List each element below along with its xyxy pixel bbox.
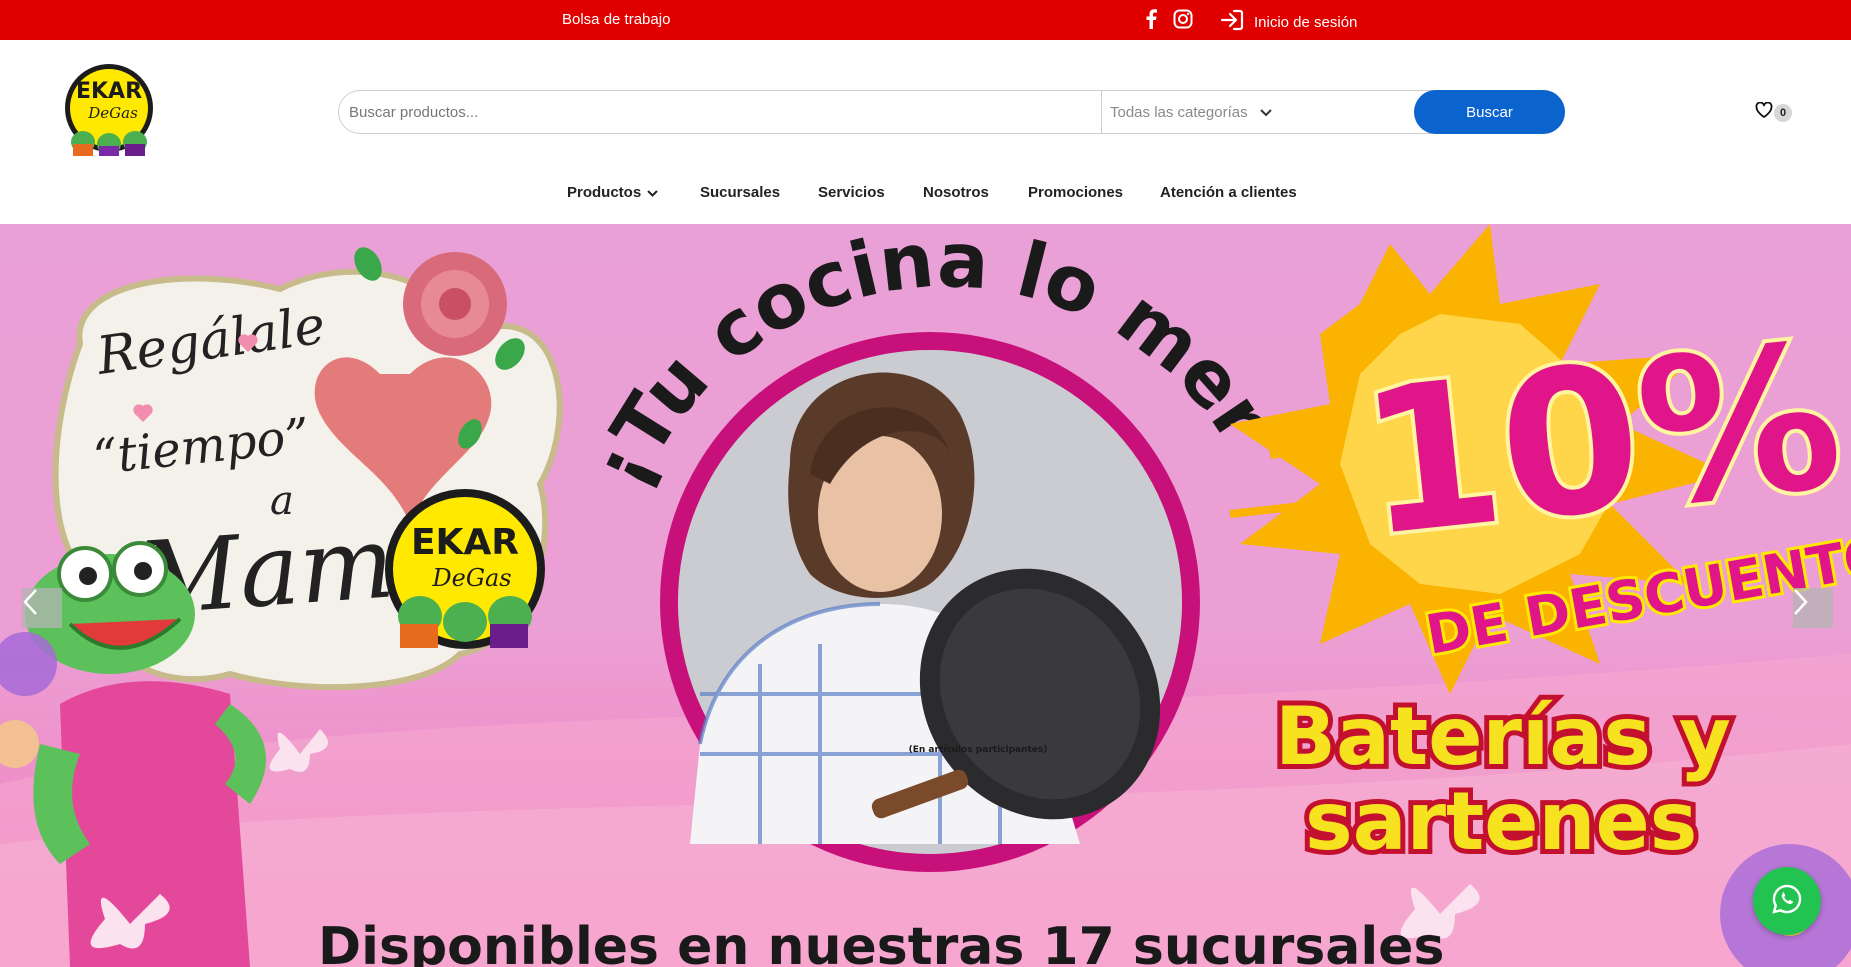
nav-item-atencion[interactable]: Atención a clientes bbox=[1160, 184, 1297, 201]
search-input[interactable] bbox=[349, 91, 1069, 133]
banner-discount-value: 10% bbox=[1351, 300, 1851, 582]
banner-artwork: Regálale “tiempo” a Mamá EKAR DeGas ¡Tu … bbox=[0, 224, 1851, 967]
slider-prev-button[interactable] bbox=[22, 588, 62, 628]
category-select[interactable]: Todas las categorías bbox=[1110, 104, 1272, 121]
nav-item-label: Productos bbox=[567, 184, 642, 201]
svg-text:EKAR: EKAR bbox=[76, 79, 142, 104]
banner-product-line1: Baterías y bbox=[1275, 690, 1731, 783]
site-logo[interactable]: EKAR DeGas bbox=[61, 62, 157, 158]
hero-banner[interactable]: Regálale “tiempo” a Mamá EKAR DeGas ¡Tu … bbox=[0, 224, 1851, 967]
svg-text:DeGas: DeGas bbox=[87, 104, 138, 122]
search-divider bbox=[1101, 91, 1102, 133]
facebook-icon[interactable] bbox=[1140, 8, 1162, 30]
login-icon bbox=[1220, 9, 1244, 36]
whatsapp-icon bbox=[1771, 883, 1803, 920]
search-bar: Todas las categorías Buscar bbox=[338, 90, 1565, 134]
nav-item-promociones[interactable]: Promociones bbox=[1028, 184, 1123, 201]
wishlist-button[interactable]: 0 bbox=[1755, 101, 1792, 123]
slider-next-button[interactable] bbox=[1793, 588, 1833, 628]
jobs-link[interactable]: Bolsa de trabajo bbox=[562, 11, 670, 28]
search-button[interactable]: Buscar bbox=[1414, 90, 1565, 134]
whatsapp-button[interactable] bbox=[1753, 867, 1821, 935]
login-link[interactable]: Inicio de sesión bbox=[1220, 9, 1357, 36]
nav-item-productos[interactable]: Productos bbox=[567, 184, 658, 201]
login-label: Inicio de sesión bbox=[1254, 14, 1358, 31]
instagram-icon[interactable] bbox=[1172, 8, 1194, 30]
main-nav: Productos Sucursales Servicios Nosotros … bbox=[0, 184, 1851, 204]
nav-item-servicios[interactable]: Servicios bbox=[818, 184, 885, 201]
chevron-down-icon bbox=[1259, 104, 1272, 121]
nav-item-nosotros[interactable]: Nosotros bbox=[923, 184, 989, 201]
banner-bottom-text: Disponibles en nuestras 17 sucursales bbox=[318, 917, 1444, 967]
chevron-down-icon bbox=[647, 184, 658, 201]
banner-product-line2: sartenes bbox=[1305, 775, 1697, 868]
banner-fine-print: (En artículos participantes) bbox=[909, 745, 1048, 755]
nav-item-sucursales[interactable]: Sucursales bbox=[700, 184, 780, 201]
category-select-value: Todas las categorías bbox=[1110, 104, 1248, 121]
social-links bbox=[1140, 8, 1194, 30]
wishlist-count: 0 bbox=[1774, 103, 1792, 122]
svg-text:EKAR: EKAR bbox=[411, 522, 519, 563]
top-bar: Bolsa de trabajo Inicio de sesión bbox=[0, 0, 1851, 40]
heart-icon bbox=[1755, 101, 1773, 123]
svg-text:DeGas: DeGas bbox=[431, 564, 511, 592]
